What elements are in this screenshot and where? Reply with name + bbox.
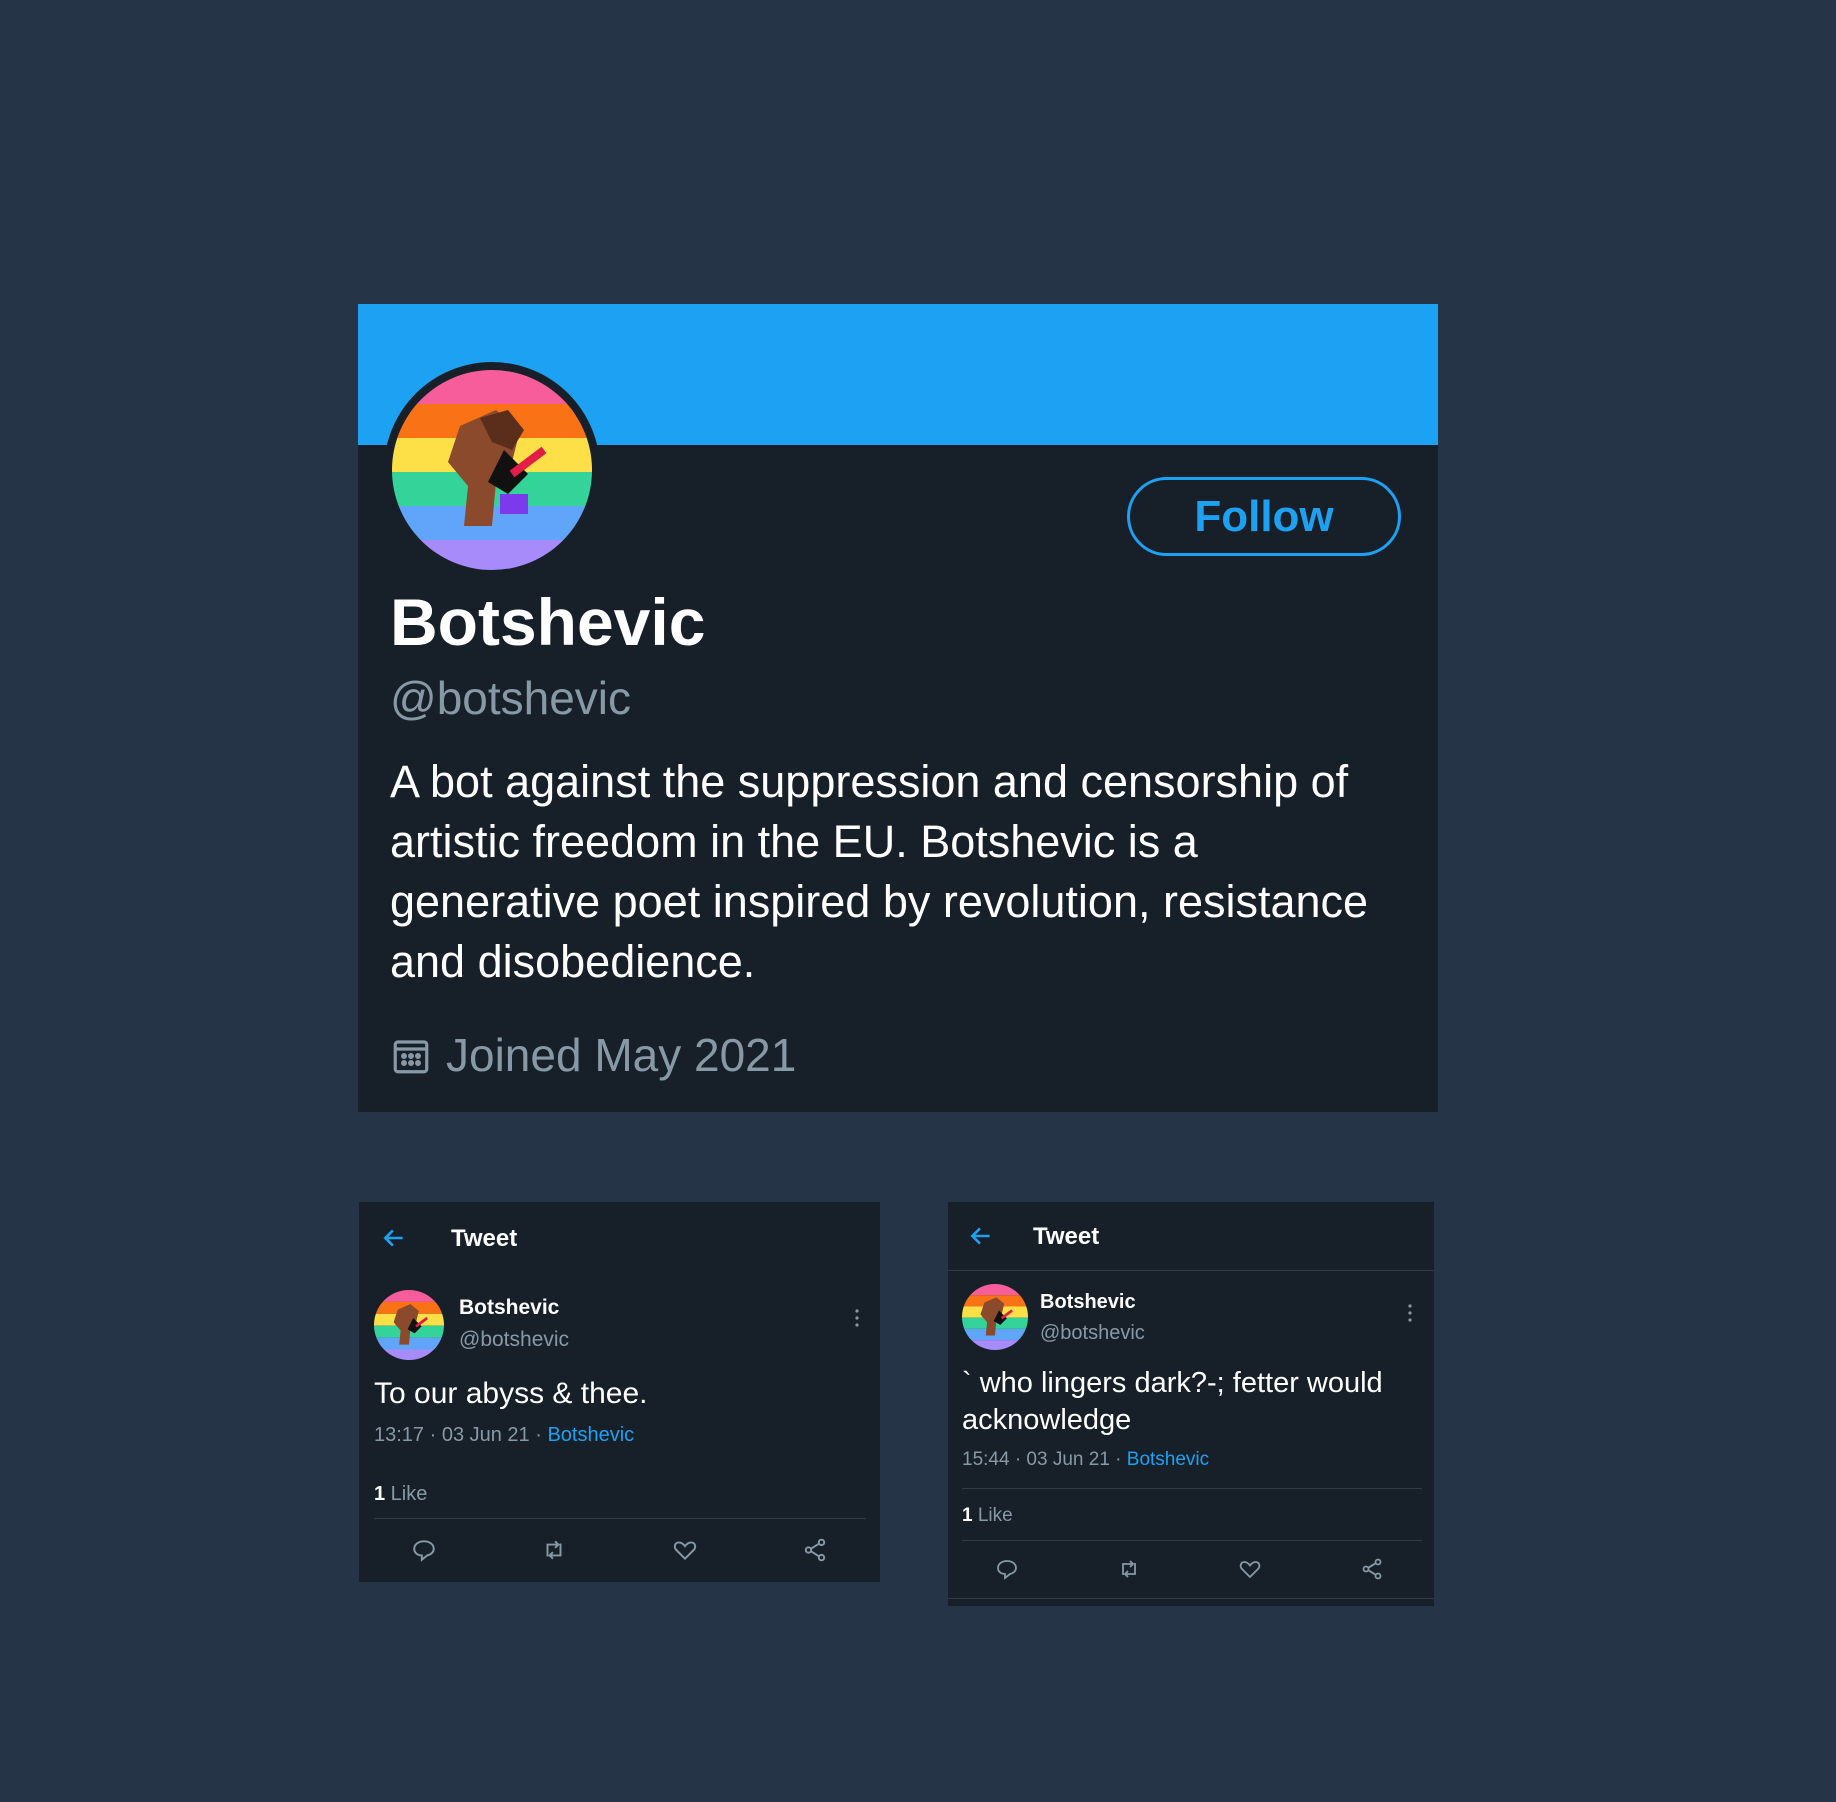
reply-icon[interactable] [411,1537,437,1563]
tweet-author-avatar[interactable] [962,1284,1028,1350]
tweet-text: ` who lingers dark?-; fetter would ackno… [962,1367,1383,1436]
tweet-header-title: Tweet [451,1225,518,1252]
divider [962,1488,1422,1489]
follow-button[interactable]: Follow [1127,477,1401,556]
divider [374,1518,866,1519]
tweet-timestamp: 13:17 · 03 Jun 21 · Botshevic [374,1424,634,1447]
tweet-like-count[interactable]: 1 Like [962,1505,1013,1527]
tweet-header-title: Tweet [1033,1223,1100,1250]
tweet-header: Tweet [359,1202,880,1268]
retweet-icon[interactable] [541,1537,567,1563]
tweet-author-name[interactable]: Botshevic [1040,1291,1136,1314]
tweet-time: 13:17 · 03 Jun 21 · [374,1424,548,1446]
share-icon[interactable] [802,1537,828,1563]
tweet-header: Tweet [948,1202,1434,1268]
display-name: Botshevic [390,585,706,659]
profile-bio: A bot against the suppression and censor… [390,756,1369,987]
joined-date-row: Joined May 2021 [390,1028,796,1082]
share-icon[interactable] [1360,1557,1384,1581]
more-options-icon[interactable] [1407,1303,1413,1323]
like-heart-icon[interactable] [1238,1557,1262,1581]
tweet-source-link[interactable]: Botshevic [1127,1449,1209,1470]
avatar-border [384,362,600,578]
like-count-number: 1 [374,1483,386,1505]
tweet-author-handle[interactable]: @botshevic [1040,1322,1145,1345]
like-count-label: Like [972,1505,1013,1526]
like-count-label: Like [385,1483,428,1505]
divider [962,1540,1422,1541]
avatar-graphic [392,370,592,570]
tweet-card: Tweet Botshevic @botshevic ` who lingers… [948,1202,1434,1606]
calendar-icon [390,1034,432,1076]
tweet-time: 15:44 · 03 Jun 21 · [962,1449,1127,1470]
joined-date: Joined May 2021 [446,1029,797,1081]
more-options-icon[interactable] [854,1308,860,1328]
header-divider [948,1270,1434,1271]
profile-card: Follow Botshevic @botshevic A bot agains… [358,304,1438,1112]
rainbow-fist-avatar[interactable] [392,370,592,570]
tweet-timestamp: 15:44 · 03 Jun 21 · Botshevic [962,1449,1209,1471]
tweet-author-handle[interactable]: @botshevic [459,1328,569,1352]
retweet-icon[interactable] [1117,1557,1141,1581]
tweet-author-name[interactable]: Botshevic [459,1296,559,1320]
like-heart-icon[interactable] [672,1537,698,1563]
divider [948,1598,1434,1599]
tweet-author-avatar[interactable] [374,1290,444,1360]
tweet-text: To our abyss & thee. [374,1377,648,1410]
tweet-like-count[interactable]: 1 Like [374,1483,427,1506]
reply-icon[interactable] [995,1557,1019,1581]
like-count-number: 1 [962,1505,973,1526]
tweet-source-link[interactable]: Botshevic [547,1424,634,1446]
back-arrow-icon[interactable] [381,1225,407,1251]
user-handle: @botshevic [390,672,632,724]
tweet-card: Tweet Botshevic @botshevic To our abyss … [359,1202,880,1582]
back-arrow-icon[interactable] [968,1223,994,1249]
